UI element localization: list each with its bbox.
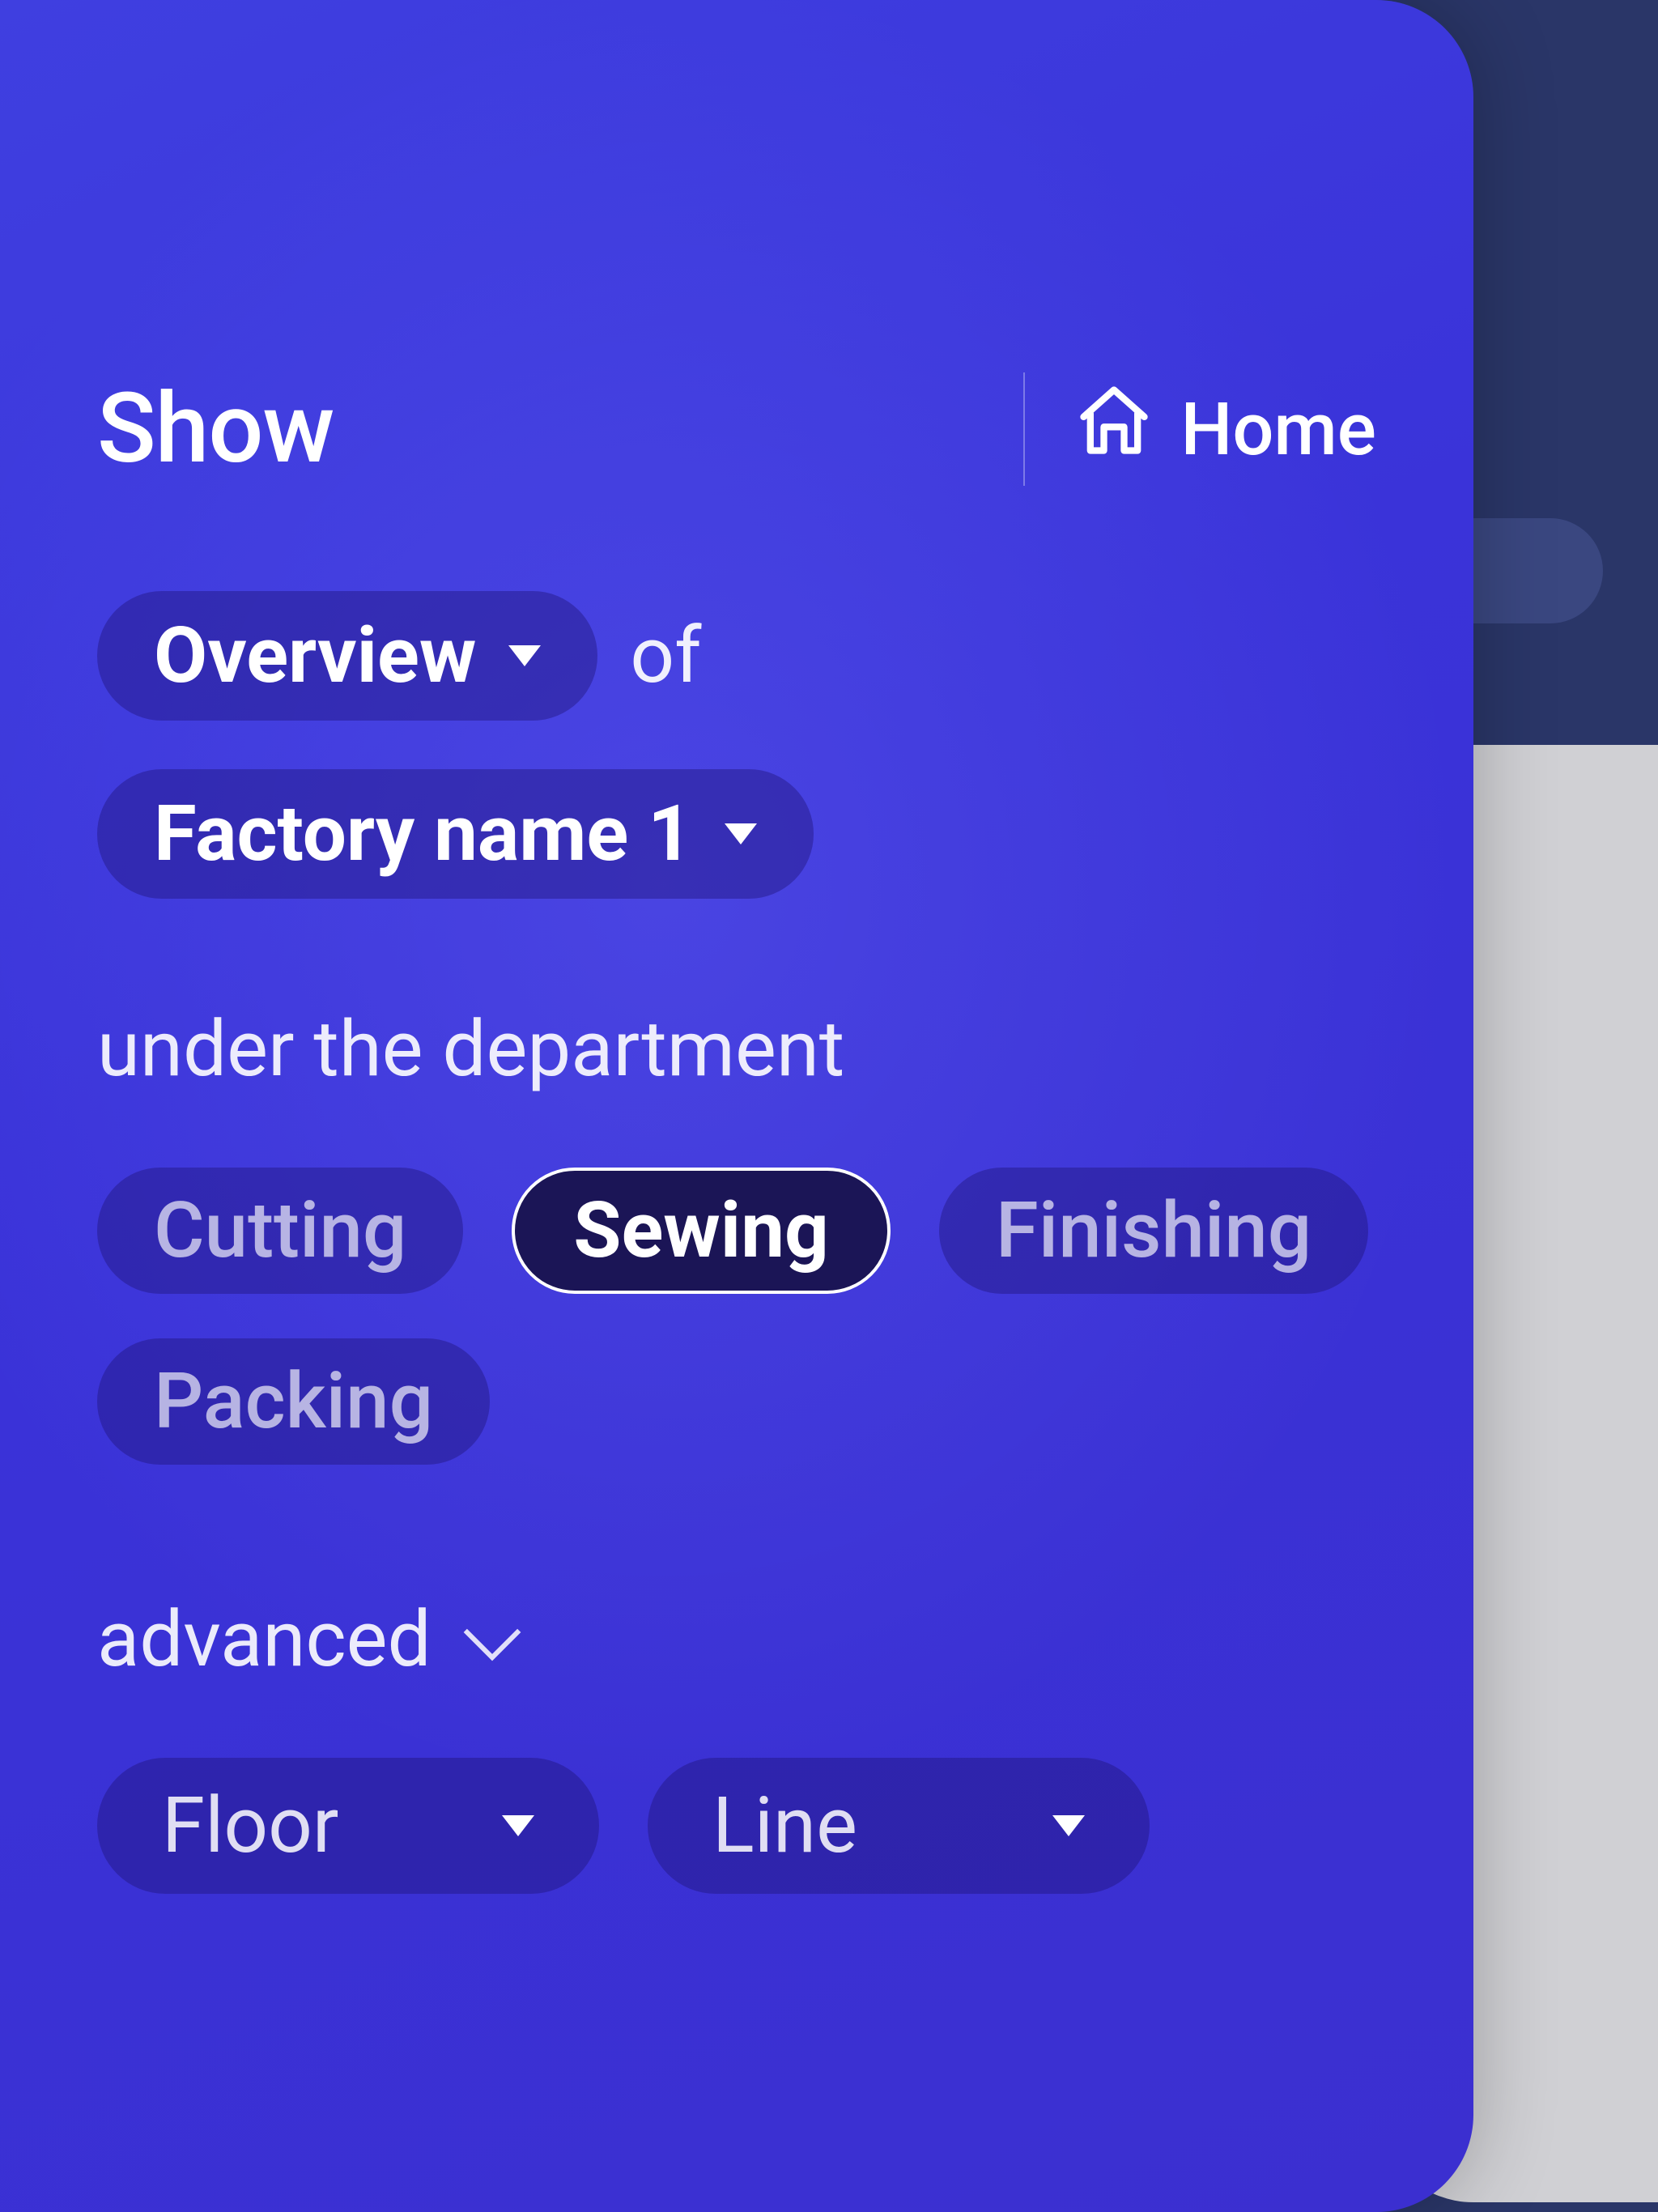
factory-row: Factory name 1: [97, 769, 1376, 899]
app-stage: Show Home Overview of: [0, 0, 1658, 2212]
home-button[interactable]: Home: [1073, 380, 1376, 479]
department-chip-packing[interactable]: Packing: [97, 1338, 490, 1465]
advanced-selects: Floor Line: [97, 1758, 1376, 1894]
caret-down-icon: [1052, 1815, 1085, 1836]
advanced-label: advanced: [97, 1594, 432, 1685]
floor-select[interactable]: Floor: [97, 1758, 599, 1894]
home-group: Home: [1023, 372, 1376, 486]
panel-header: Show Home: [97, 372, 1376, 486]
of-word: of: [630, 610, 701, 701]
caret-down-icon: [502, 1815, 534, 1836]
department-label: under the department: [97, 1004, 1376, 1095]
view-row: Overview of: [97, 591, 1376, 721]
line-select-label: Line: [712, 1780, 857, 1871]
department-chip-cutting[interactable]: Cutting: [97, 1168, 463, 1294]
view-select[interactable]: Overview: [97, 591, 597, 721]
department-chip-sewing[interactable]: Sewing: [512, 1168, 891, 1294]
filter-panel: Show Home Overview of: [0, 0, 1473, 2212]
home-icon: [1073, 380, 1154, 479]
panel-title: Show: [97, 372, 334, 486]
department-chip-finishing[interactable]: Finishing: [939, 1168, 1368, 1294]
caret-down-icon: [725, 823, 757, 844]
floor-select-label: Floor: [162, 1780, 338, 1871]
advanced-toggle[interactable]: advanced: [97, 1594, 1376, 1685]
factory-select[interactable]: Factory name 1: [97, 769, 814, 899]
line-select[interactable]: Line: [648, 1758, 1150, 1894]
divider: [1023, 372, 1025, 486]
caret-down-icon: [508, 645, 541, 666]
view-select-label: Overview: [154, 610, 476, 701]
home-label: Home: [1180, 387, 1376, 472]
chevron-down-icon: [463, 1604, 521, 1661]
factory-select-label: Factory name 1: [154, 789, 692, 879]
department-chips: Cutting Sewing Finishing Packing: [97, 1168, 1376, 1465]
